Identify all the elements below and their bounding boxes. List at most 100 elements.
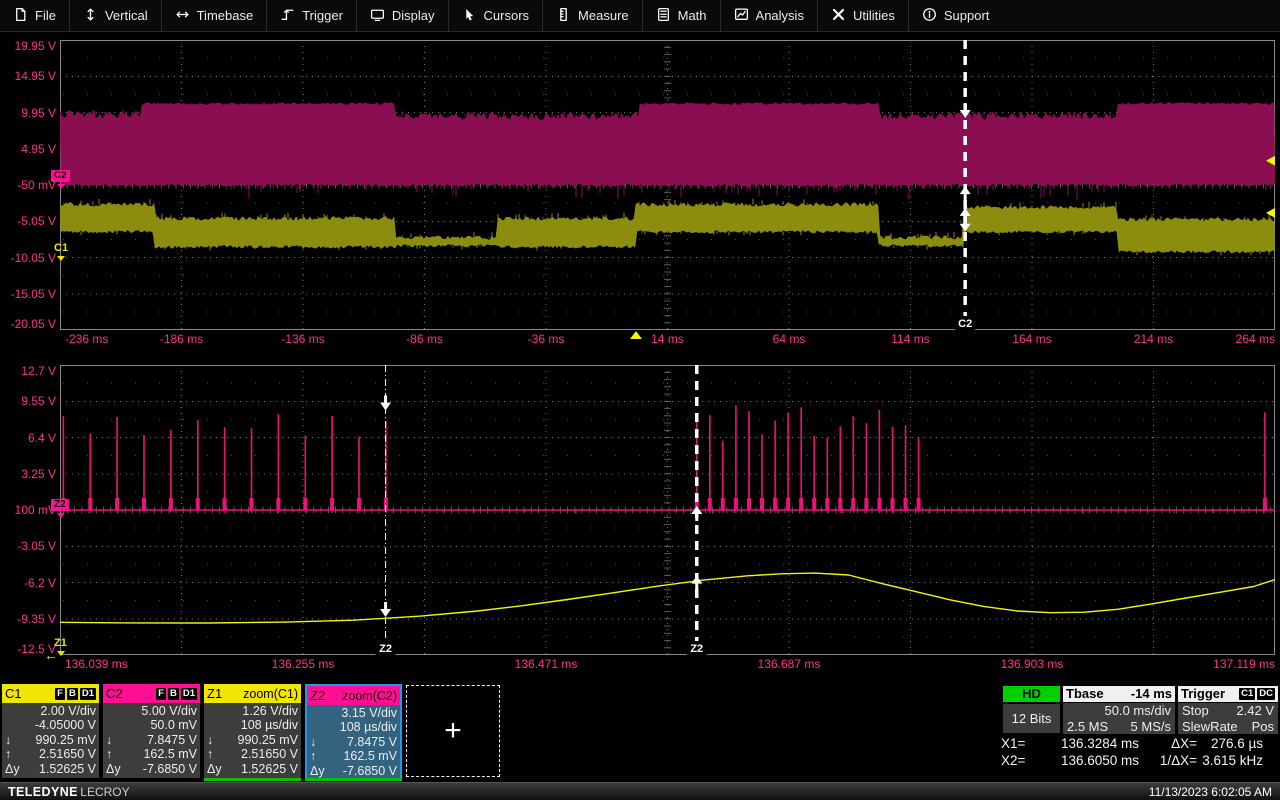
x1-value: 136.3284 ms — [1039, 735, 1139, 752]
value-text: -7.6850 V — [123, 762, 197, 776]
y-axis-label: 9.55 V — [0, 394, 56, 408]
dx-value: 276.6 µs — [1197, 735, 1263, 752]
value-icon — [207, 704, 224, 718]
zoom-grid[interactable]: Z2Z2 — [60, 365, 1275, 655]
trigger-edge-icon — [280, 7, 295, 25]
trace-header: Z2zoom(C2) — [307, 686, 400, 705]
y-axis-label: 14.95 V — [0, 69, 56, 83]
x-axis-label: -236 ms — [65, 332, 108, 347]
trigger-level: 2.42 V — [1236, 703, 1274, 719]
channel-marker-z2[interactable]: Z2 — [51, 499, 69, 511]
value-icon: ↑ — [310, 749, 327, 763]
value-text: 108 µs/div — [327, 720, 397, 734]
channel-marker-arrow — [57, 651, 65, 656]
trace-badge-b: B — [67, 688, 78, 700]
add-trace-box[interactable]: + — [406, 685, 500, 777]
menu-item-measure[interactable]: Measure — [542, 0, 642, 31]
value-icon — [106, 718, 123, 732]
trace-header: C2FBD1 — [103, 684, 200, 703]
value-icon: ↑ — [106, 747, 123, 761]
dx-label: ΔX= — [1139, 735, 1197, 752]
value-text: 7.8475 V — [123, 733, 197, 747]
monitor-icon — [370, 7, 385, 25]
x-axis-label: -36 ms — [528, 332, 565, 347]
menu-item-analysis[interactable]: Analysis — [720, 0, 817, 31]
menu-bar: FileVerticalTimebaseTriggerDisplayCursor… — [0, 0, 1280, 32]
datetime: 11/13/2023 6:02:05 AM — [1149, 785, 1272, 799]
value-icon — [106, 704, 123, 718]
x-axis-label: 264 ms — [1236, 332, 1275, 347]
value-text: 1.52625 V — [22, 762, 96, 776]
trigger-box[interactable]: Trigger C1 DC Stop 2.42 V SlewRate Pos — [1178, 686, 1278, 734]
trace-values: 2.00 V/div-4.05000 V↓990.25 mV↑2.51650 V… — [2, 703, 99, 778]
channel-marker-arrow — [57, 256, 65, 261]
descriptor-panel: C1FBD12.00 V/div-4.05000 V↓990.25 mV↑2.5… — [0, 683, 1280, 782]
x-axis-label: 114 ms — [891, 332, 929, 347]
tbase-title: Tbase — [1066, 686, 1104, 702]
value-icon: ↑ — [5, 747, 22, 761]
menu-item-label: Support — [944, 8, 990, 23]
value-text: 2.00 V/div — [22, 704, 96, 718]
value-icon — [207, 718, 224, 732]
hd-resolution-box[interactable]: HD 12 Bits — [1003, 686, 1060, 733]
menu-item-math[interactable]: Math — [642, 0, 720, 31]
y-axis-label: -6.2 V — [0, 576, 56, 590]
x-axis-label: 214 ms — [1134, 332, 1173, 347]
value-icon: Δy — [207, 762, 224, 776]
value-icon: ↑ — [207, 747, 224, 761]
trace-descriptor-c2[interactable]: C2FBD15.00 V/div50.0 mV↓7.8475 V↑162.5 m… — [103, 684, 200, 778]
trace-values: 5.00 V/div50.0 mV↓7.8475 V↑162.5 mVΔy-7.… — [103, 703, 200, 778]
x-axis-label: 64 ms — [773, 332, 806, 347]
vertical-arrows-icon — [83, 7, 98, 25]
channel-marker-c2[interactable]: C2 — [51, 170, 70, 182]
trace-values: 3.15 V/div108 µs/div↓7.8475 V↑162.5 mVΔy… — [307, 705, 400, 778]
x-axis-label: -186 ms — [160, 332, 203, 347]
x-axis-label: -86 ms — [406, 332, 443, 347]
invdx-value: 3.615 kHz — [1197, 752, 1263, 769]
value-icon: ↓ — [5, 733, 22, 747]
menu-item-display[interactable]: Display — [356, 0, 448, 31]
menu-item-label: Analysis — [756, 8, 804, 23]
trace-badge-f: F — [156, 688, 166, 700]
menu-item-file[interactable]: File — [0, 0, 69, 31]
value-text: -4.05000 V — [22, 718, 96, 732]
calculator-icon — [656, 7, 671, 25]
right-edge-marker — [1266, 208, 1275, 218]
svg-text:Z2: Z2 — [379, 643, 392, 655]
trace-descriptor-c1[interactable]: C1FBD12.00 V/div-4.05000 V↓990.25 mV↑2.5… — [2, 684, 99, 778]
trace-values: 1.26 V/div108 µs/div↓990.25 mV↑2.51650 V… — [204, 703, 301, 778]
value-text: 7.8475 V — [327, 735, 397, 749]
status-bar: TELEDYNE LECROY 11/13/2023 6:02:05 AM — [0, 782, 1280, 800]
y-axis-label: -20.05 V — [0, 317, 56, 331]
hd-bits: 12 Bits — [1003, 704, 1060, 733]
menu-item-cursors[interactable]: Cursors — [448, 0, 543, 31]
menu-item-utilities[interactable]: Utilities — [817, 0, 908, 31]
channel-marker-c1[interactable]: C1 — [51, 242, 71, 254]
zoom-link-underline — [305, 778, 402, 781]
value-text: 50.0 mV — [123, 718, 197, 732]
timebase-box[interactable]: Tbase -14 ms 50.0 ms/div 2.5 MS 5 MS/s — [1063, 686, 1175, 734]
chart-icon — [734, 7, 749, 25]
c2-waveform — [60, 103, 1275, 187]
x-axis-label: 136.039 ms — [65, 657, 128, 672]
trace-descriptor-z2[interactable]: Z2zoom(C2)3.15 V/div108 µs/div↓7.8475 V↑… — [305, 684, 402, 778]
value-text: 1.26 V/div — [224, 704, 298, 718]
channel-marker-arrow — [57, 184, 65, 189]
x2-value: 136.6050 ms — [1039, 752, 1139, 769]
menu-item-support[interactable]: Support — [908, 0, 1003, 31]
value-icon: ↓ — [106, 733, 123, 747]
value-icon: ↓ — [310, 735, 327, 749]
trigger-time-marker[interactable] — [630, 331, 642, 339]
y-axis-label: -15.05 V — [0, 287, 56, 301]
trace-badge-d1: D1 — [80, 688, 96, 700]
menu-item-trigger[interactable]: Trigger — [266, 0, 356, 31]
menu-item-timebase[interactable]: Timebase — [161, 0, 267, 31]
file-icon — [13, 7, 28, 25]
value-text: 1.52625 V — [224, 762, 298, 776]
menu-item-vertical[interactable]: Vertical — [69, 0, 161, 31]
x-axis-label: 136.471 ms — [515, 657, 578, 672]
x-axis-label: 136.687 ms — [758, 657, 821, 672]
value-text: 990.25 mV — [22, 733, 96, 747]
top-grid[interactable]: C2 — [60, 40, 1275, 330]
trace-descriptor-z1[interactable]: Z1zoom(C1)1.26 V/div108 µs/div↓990.25 mV… — [204, 684, 301, 778]
